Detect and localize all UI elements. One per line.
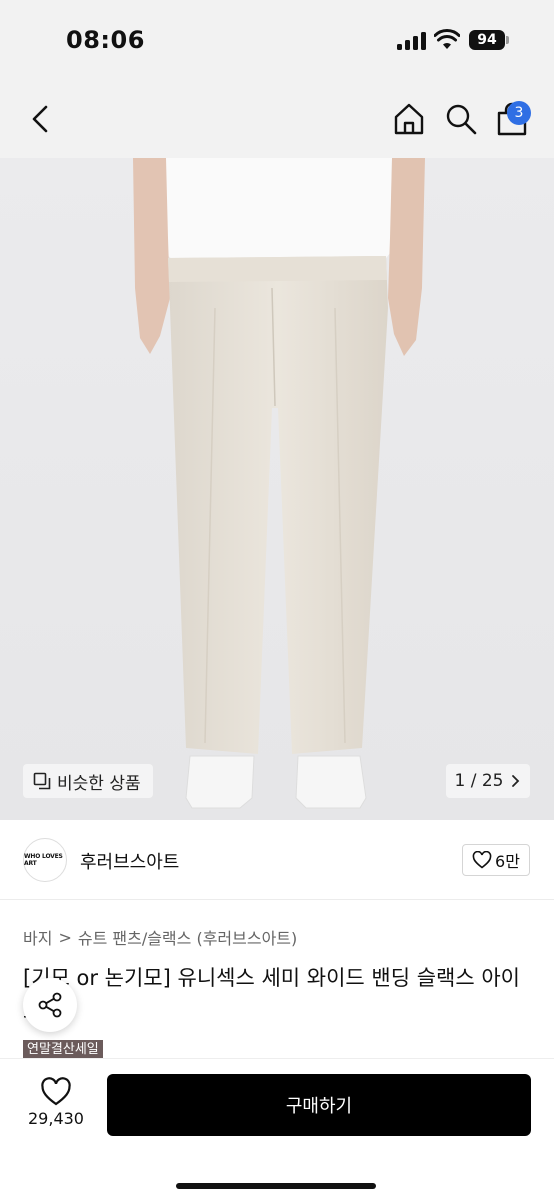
- nav-bar: [0, 80, 554, 158]
- wishlist-count: 29,430: [28, 1109, 84, 1128]
- buy-button[interactable]: 구매하기: [107, 1074, 531, 1136]
- similar-items-icon: [33, 772, 51, 790]
- battery-tip: [506, 36, 509, 44]
- product-image[interactable]: 비슷한 상품 1 / 25: [0, 158, 554, 820]
- image-page-text: 1 / 25: [454, 771, 504, 791]
- cart-count-badge: 3: [507, 101, 531, 125]
- brand-logo-text: WHO LOVES ART: [24, 853, 63, 867]
- image-page-indicator[interactable]: 1 / 25: [446, 764, 530, 798]
- status-time: 08:06: [66, 26, 145, 54]
- home-icon[interactable]: [392, 102, 426, 136]
- status-bar: 08:06 94: [0, 0, 554, 80]
- sale-badge: 연말결산세일: [23, 1040, 103, 1060]
- brand-name[interactable]: 후러브스아트: [80, 848, 179, 874]
- wifi-icon: [434, 29, 460, 49]
- brand-logo[interactable]: WHO LOVES ART: [23, 838, 67, 882]
- bottom-purchase-bar: 29,430 구매하기: [0, 1058, 554, 1200]
- breadcrumb-subcategory[interactable]: 슈트 팬츠/슬랙스 (후러브스아트): [78, 925, 297, 949]
- breadcrumb-category[interactable]: 바지: [23, 925, 52, 949]
- breadcrumb-separator: >: [58, 927, 72, 947]
- share-button[interactable]: [23, 978, 77, 1032]
- brand-row[interactable]: WHO LOVES ART 후러브스아트 6만: [0, 820, 554, 900]
- similar-products-label: 비슷한 상품: [57, 773, 141, 794]
- similar-products-button[interactable]: 비슷한 상품: [23, 764, 153, 798]
- wishlist-heart-icon[interactable]: [40, 1077, 72, 1107]
- breadcrumb: 바지 > 슈트 팬츠/슬랙스 (후러브스아트): [23, 925, 297, 949]
- cellular-signal-icon: [397, 32, 427, 50]
- share-icon: [38, 992, 62, 1018]
- brand-like-button[interactable]: 6만: [462, 844, 530, 876]
- search-icon[interactable]: [444, 102, 478, 136]
- product-photo: [0, 158, 554, 820]
- brand-like-count: 6만: [495, 852, 520, 871]
- product-title: [기모 or 논기모] 유니섹스 세미 와이드 밴딩 슬랙스 아이보리: [23, 966, 520, 1023]
- home-indicator: [176, 1183, 376, 1189]
- battery-level: 94: [469, 30, 505, 50]
- heart-outline-icon: [472, 851, 492, 869]
- chevron-right-icon: [512, 775, 520, 787]
- back-arrow-icon[interactable]: [26, 104, 56, 134]
